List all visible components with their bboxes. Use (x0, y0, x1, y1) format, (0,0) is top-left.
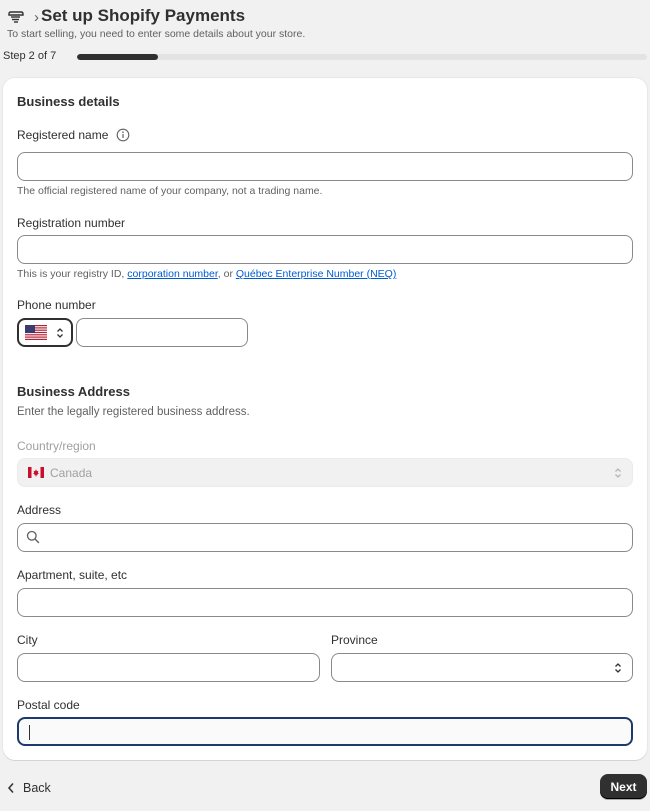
province-label: Province (331, 633, 378, 647)
progress-bar (77, 54, 647, 60)
chevron-left-icon (7, 783, 14, 793)
search-icon (26, 530, 40, 544)
phone-number-label: Phone number (17, 298, 96, 312)
address-label: Address (17, 503, 62, 517)
page-title: Set up Shopify Payments (41, 6, 246, 25)
business-details-heading: Business details (17, 94, 120, 109)
registration-help-prefix: This is your registry ID, (17, 268, 128, 280)
province-select[interactable] (331, 653, 633, 682)
registered-name-label: Registered name (17, 128, 109, 142)
back-label: Back (23, 781, 51, 795)
text-caret (29, 725, 30, 740)
breadcrumb-separator: › (34, 9, 39, 26)
corporation-number-link[interactable]: corporation number (127, 268, 217, 280)
registration-number-label: Registration number (17, 216, 126, 230)
payments-icon (8, 11, 24, 23)
chevron-updown-icon (615, 468, 621, 478)
info-icon[interactable] (116, 128, 130, 142)
apartment-input[interactable] (17, 588, 633, 617)
registered-name-help: The official registered name of your com… (17, 185, 323, 197)
chevron-updown-icon (57, 328, 63, 338)
registration-number-input[interactable] (17, 235, 633, 264)
page-subtitle: To start selling, you need to enter some… (7, 28, 306, 40)
progress-bar-fill (77, 54, 159, 60)
page-header: › Set up Shopify Payments To start selli… (7, 5, 643, 41)
canada-flag-icon (28, 467, 44, 478)
next-button[interactable]: Next (600, 774, 647, 799)
country-region-value: Canada (50, 466, 93, 480)
chevron-updown-icon (615, 663, 621, 673)
city-label: City (17, 633, 38, 647)
country-region-label: Country/region (17, 439, 96, 453)
phone-country-select[interactable] (17, 318, 73, 347)
registration-number-help: This is your registry ID, corporation nu… (17, 268, 396, 281)
registered-name-input[interactable] (17, 152, 633, 181)
step-progress: Step 2 of 7 (3, 49, 647, 63)
business-address-description: Enter the legally registered business ad… (17, 406, 250, 418)
postal-code-input[interactable] (17, 717, 633, 746)
postal-code-label: Postal code (17, 698, 80, 712)
phone-number-input[interactable] (76, 318, 248, 347)
business-address-heading: Business Address (17, 384, 130, 399)
business-form-card: Business details Registered name The off… (3, 78, 647, 760)
apartment-label: Apartment, suite, etc (17, 568, 128, 582)
country-region-select[interactable]: Canada (17, 458, 633, 487)
address-input[interactable] (17, 523, 633, 552)
us-flag-icon (25, 325, 47, 340)
neq-link[interactable]: Québec Enterprise Number (NEQ) (236, 268, 396, 280)
registration-help-mid: , or (217, 268, 236, 280)
city-input[interactable] (17, 653, 320, 682)
step-label: Step 2 of 7 (3, 50, 57, 62)
